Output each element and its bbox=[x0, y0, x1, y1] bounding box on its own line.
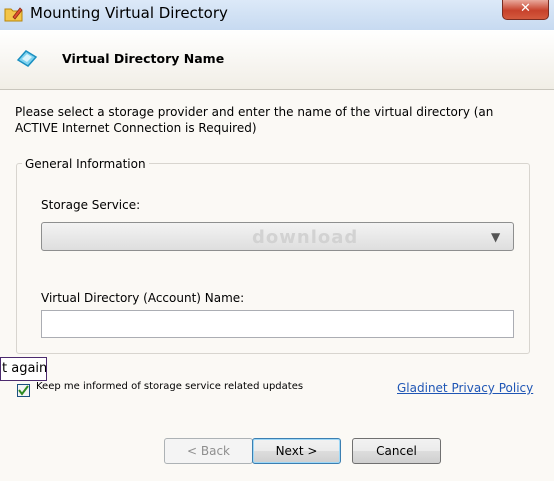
storage-service-select[interactable]: download ▼ bbox=[41, 222, 514, 251]
title-bar: Mounting Virtual Directory ✕ bbox=[0, 0, 554, 30]
chevron-down-icon: ▼ bbox=[491, 230, 501, 244]
close-button[interactable]: ✕ bbox=[502, 0, 549, 20]
wizard-dialog: Virtual Directory Name Please select a s… bbox=[0, 30, 554, 481]
checkmark-icon bbox=[18, 385, 29, 396]
tooltip: t again bbox=[0, 357, 47, 381]
updates-checkbox[interactable] bbox=[17, 384, 30, 397]
instructions-text: Please select a storage provider and ent… bbox=[15, 105, 494, 135]
updates-checkbox-label: Keep me informed of storage service rela… bbox=[36, 381, 304, 392]
account-name-label: Virtual Directory (Account) Name: bbox=[41, 291, 245, 305]
page-title: Virtual Directory Name bbox=[62, 51, 225, 66]
window-title: Mounting Virtual Directory bbox=[30, 4, 228, 22]
privacy-policy-link[interactable]: Gladinet Privacy Policy bbox=[397, 381, 533, 395]
account-name-input[interactable] bbox=[41, 310, 514, 338]
group-title: General Information bbox=[22, 157, 149, 171]
cloud-icon bbox=[16, 50, 38, 67]
folder-pencil-icon bbox=[4, 7, 23, 22]
storage-service-label: Storage Service: bbox=[41, 198, 141, 212]
cancel-button[interactable]: Cancel bbox=[352, 438, 441, 464]
back-button[interactable]: < Back bbox=[164, 438, 253, 464]
watermark-logo: download bbox=[252, 227, 359, 248]
wizard-header: Virtual Directory Name bbox=[0, 30, 554, 90]
next-button[interactable]: Next > bbox=[252, 438, 341, 464]
